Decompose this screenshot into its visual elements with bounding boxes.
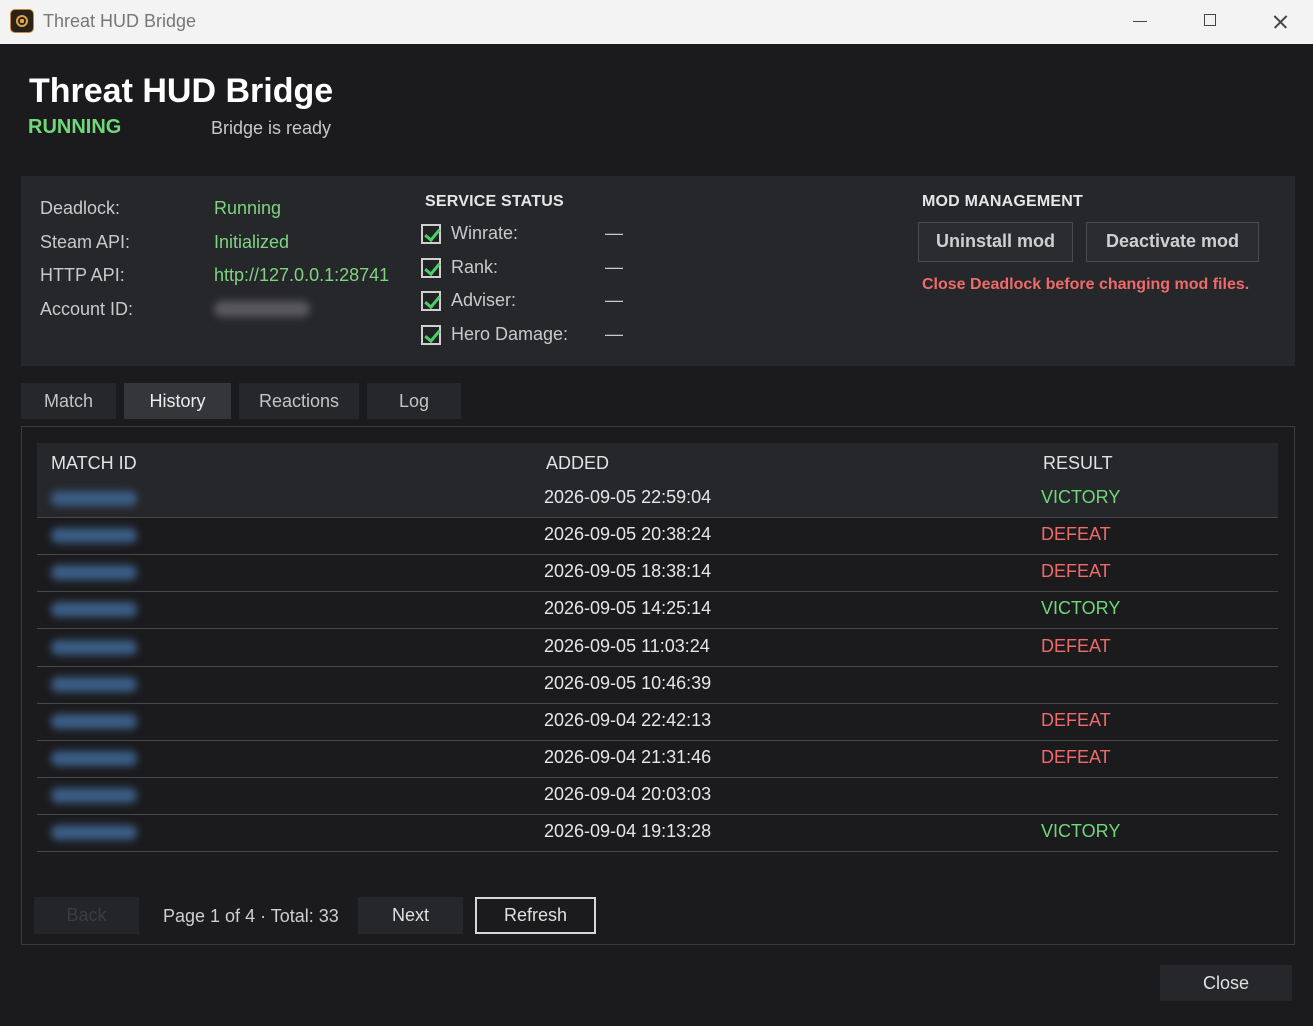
column-header-added[interactable]: ADDED (546, 453, 609, 474)
tab-history[interactable]: History (124, 383, 231, 419)
window-titlebar: Threat HUD Bridge (0, 0, 1313, 44)
maximize-icon[interactable] (1175, 0, 1245, 44)
column-header-match-id[interactable]: MATCH ID (51, 453, 137, 474)
steam-api-label: Steam API: (40, 232, 131, 252)
uninstall-mod-button[interactable]: Uninstall mod (918, 222, 1073, 262)
deadlock-label: Deadlock: (40, 198, 121, 218)
page-info: Page 1 of 4 · Total: 33 (163, 906, 339, 926)
mod-management-heading: MOD MANAGEMENT (922, 193, 1084, 210)
deadlock-value: Running (214, 198, 282, 218)
winrate-checkbox[interactable] (421, 224, 441, 244)
back-button[interactable]: Back (34, 897, 139, 934)
result-cell: DEFEAT (1041, 524, 1111, 544)
window-title: Threat HUD Bridge (43, 11, 197, 31)
table-row[interactable]: 2026-09-05 11:03:24 DEFEAT (37, 630, 1278, 667)
table-row[interactable]: 2026-09-05 22:59:04 VICTORY (37, 481, 1278, 518)
added-cell: 2026-09-05 10:46:39 (544, 673, 712, 693)
minimize-icon[interactable] (1105, 0, 1175, 44)
close-window-icon[interactable] (1245, 0, 1313, 44)
match-id-redacted (51, 602, 137, 617)
table-row[interactable]: 2026-09-05 18:38:14 DEFEAT (37, 555, 1278, 592)
match-id-redacted (51, 714, 137, 729)
deactivate-mod-button[interactable]: Deactivate mod (1086, 222, 1259, 262)
close-button[interactable]: Close (1160, 965, 1292, 1001)
app-logo-icon (10, 9, 34, 33)
table-row[interactable]: 2026-09-05 10:46:39 (37, 667, 1278, 704)
added-cell: 2026-09-04 21:31:46 (544, 747, 712, 767)
column-header-result[interactable]: RESULT (1043, 453, 1113, 474)
match-id-redacted (51, 491, 137, 506)
hero-damage-checkbox[interactable] (421, 325, 441, 345)
mod-warning: Close Deadlock before changing mod files… (922, 276, 1250, 293)
match-id-redacted (51, 528, 137, 543)
match-id-redacted (51, 677, 137, 692)
service-value: — (605, 223, 623, 243)
table-row[interactable]: 2026-09-05 20:38:24 DEFEAT (37, 518, 1278, 555)
result-cell: DEFEAT (1041, 561, 1111, 581)
match-id-redacted (51, 751, 137, 766)
rank-checkbox[interactable] (421, 258, 441, 278)
added-cell: 2026-09-05 11:03:24 (544, 636, 710, 656)
match-id-redacted (51, 640, 137, 655)
match-id-redacted (51, 565, 137, 580)
next-button[interactable]: Next (358, 897, 463, 934)
status-panel: Deadlock: Running Steam API: Initialized… (21, 176, 1295, 366)
app-heading: Threat HUD Bridge (29, 72, 334, 110)
http-api-value: http://127.0.0.1:28741 (214, 265, 390, 285)
result-cell: DEFEAT (1041, 710, 1111, 730)
steam-api-value: Initialized (214, 232, 290, 252)
adviser-checkbox[interactable] (421, 291, 441, 311)
tab-reactions[interactable]: Reactions (239, 383, 359, 419)
http-api-label: HTTP API: (40, 265, 125, 285)
service-label: Winrate: (451, 223, 519, 243)
added-cell: 2026-09-05 14:25:14 (544, 598, 712, 618)
result-cell: VICTORY (1041, 821, 1121, 841)
service-value: — (605, 257, 623, 277)
service-value: — (605, 324, 623, 344)
result-cell: DEFEAT (1041, 636, 1111, 656)
table-row[interactable]: 2026-09-04 20:03:03 (37, 778, 1278, 815)
refresh-button[interactable]: Refresh (475, 897, 596, 934)
table-row[interactable]: 2026-09-05 14:25:14 VICTORY (37, 592, 1278, 629)
match-id-redacted (51, 788, 137, 803)
state-message: Bridge is ready (211, 118, 332, 138)
added-cell: 2026-09-05 18:38:14 (544, 561, 712, 581)
service-value: — (605, 290, 623, 310)
tab-match[interactable]: Match (21, 383, 116, 419)
service-status-heading: SERVICE STATUS (425, 193, 564, 210)
added-cell: 2026-09-04 20:03:03 (544, 784, 712, 804)
service-label: Adviser: (451, 290, 517, 310)
table-row[interactable]: 2026-09-04 22:42:13 DEFEAT (37, 704, 1278, 741)
table-row[interactable]: 2026-09-04 19:13:28 VICTORY (37, 815, 1278, 852)
added-cell: 2026-09-05 20:38:24 (544, 524, 712, 544)
service-label: Rank: (451, 257, 499, 277)
result-cell: VICTORY (1041, 487, 1121, 507)
tab-log[interactable]: Log (367, 383, 461, 419)
result-cell: VICTORY (1041, 598, 1121, 618)
account-id-label: Account ID: (40, 299, 134, 319)
running-state: RUNNING (28, 116, 122, 138)
service-label: Hero Damage: (451, 324, 569, 344)
added-cell: 2026-09-04 22:42:13 (544, 710, 712, 730)
account-id-redacted (214, 301, 310, 317)
table-row[interactable]: 2026-09-04 21:31:46 DEFEAT (37, 741, 1278, 778)
result-cell: DEFEAT (1041, 747, 1111, 767)
match-id-redacted (51, 825, 137, 840)
added-cell: 2026-09-04 19:13:28 (544, 821, 712, 841)
added-cell: 2026-09-05 22:59:04 (544, 487, 712, 507)
